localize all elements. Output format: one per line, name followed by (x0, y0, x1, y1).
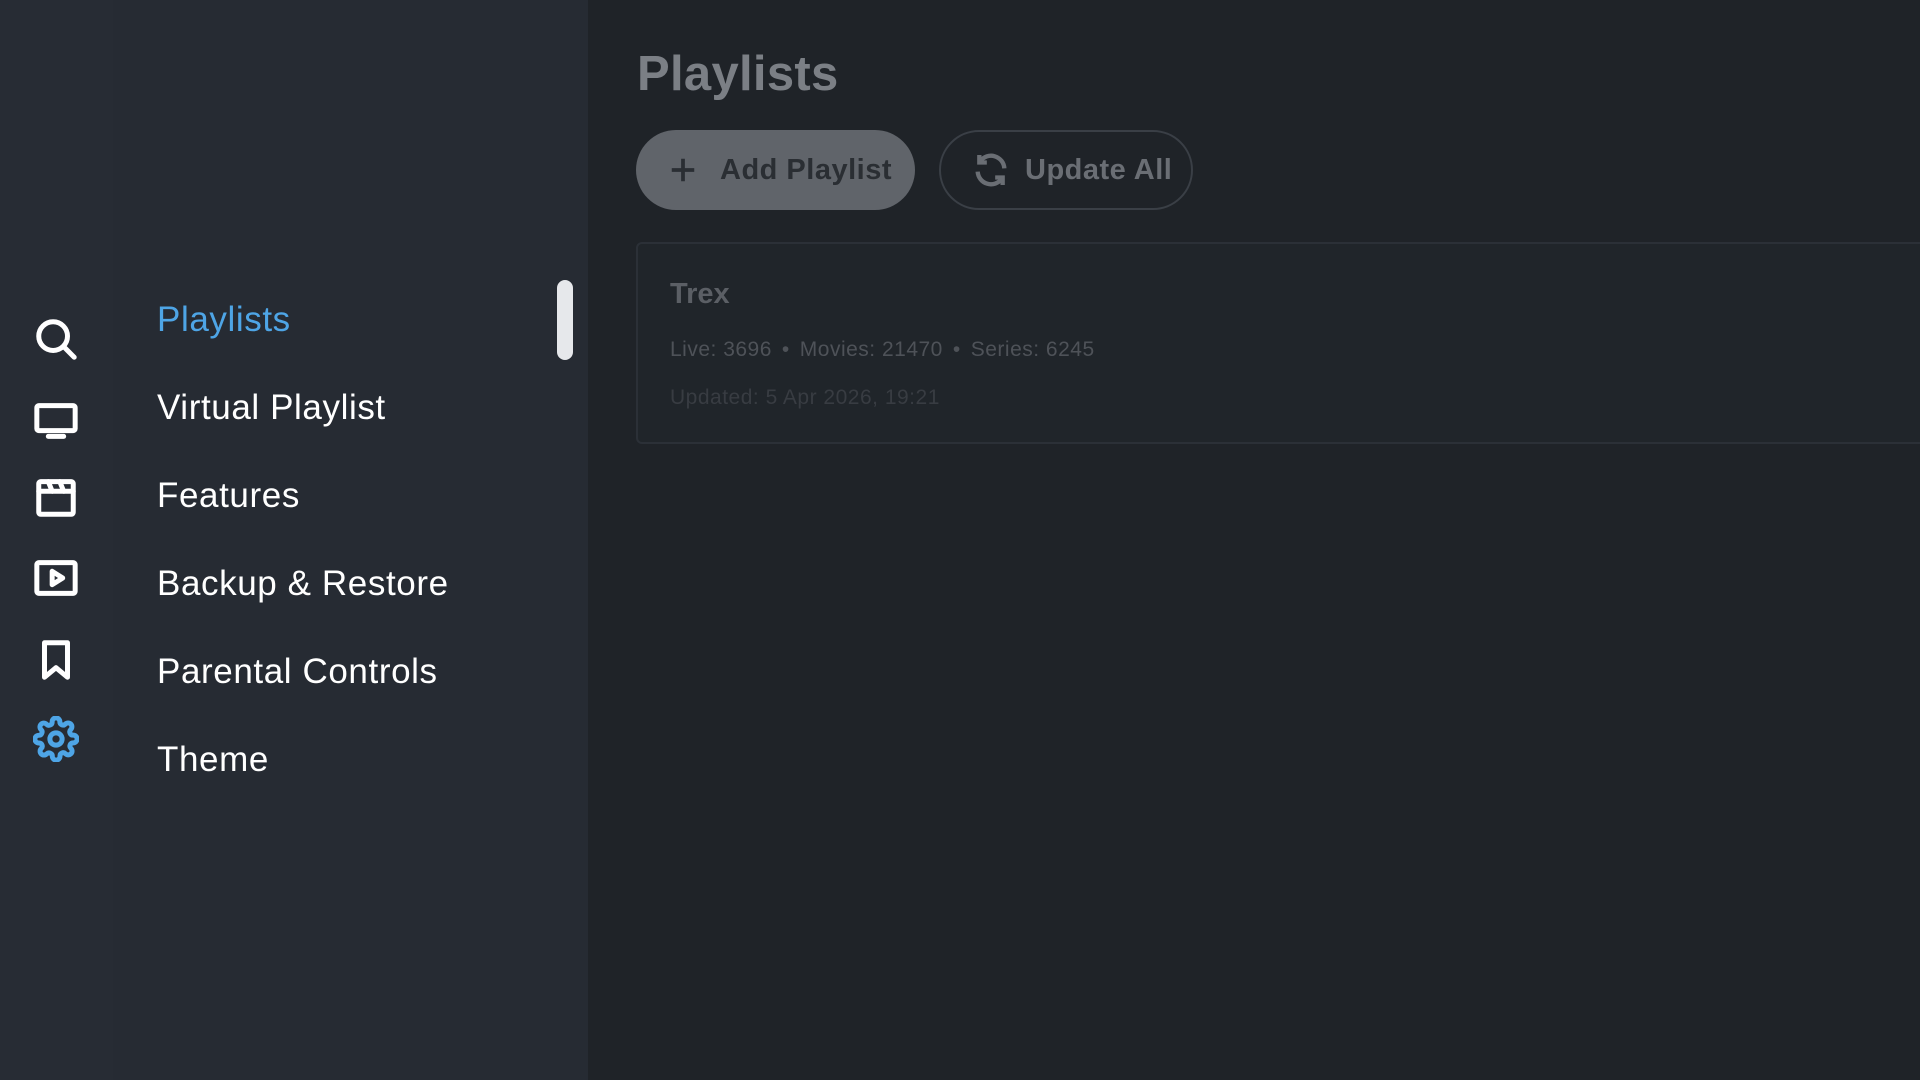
menu-item-playlists[interactable]: Playlists (157, 290, 291, 350)
add-playlist-label: Add Playlist (720, 153, 892, 186)
separator-dot: • (781, 338, 790, 361)
menu-item-features[interactable]: Features (157, 466, 300, 526)
playlist-card[interactable]: Trex Live: 3696 • Movies: 21470 • Series: 62… (636, 242, 1920, 444)
menu-item-backup-restore[interactable]: Backup & Restore (157, 554, 449, 614)
menu-item-theme[interactable]: Theme (157, 730, 269, 790)
page-title: Playlists (637, 47, 839, 101)
update-all-button[interactable]: Update All (939, 130, 1193, 210)
plus-icon (671, 158, 695, 182)
menu-scroll-indicator (557, 280, 573, 360)
series-icon[interactable] (26, 548, 86, 608)
playlist-name: Trex (670, 278, 730, 310)
menu-item-parental-controls[interactable]: Parental Controls (157, 642, 438, 702)
series-count: Series: 6245 (970, 338, 1095, 361)
live-count: Live: 3696 (670, 338, 772, 361)
movies-count: Movies: 21470 (799, 338, 943, 361)
bookmark-icon[interactable] (26, 630, 86, 690)
settings-menu: Playlists Virtual Playlist Features Back… (113, 0, 588, 1080)
separator-dot: • (952, 338, 961, 361)
update-all-label: Update All (1025, 153, 1173, 186)
icon-rail (0, 0, 113, 1080)
add-playlist-button[interactable]: Add Playlist (636, 130, 915, 210)
search-icon[interactable] (26, 309, 86, 369)
playlist-stats: Live: 3696 • Movies: 21470 • Series: 6245 (670, 338, 1095, 362)
playlist-updated: Updated: 5 Apr 2026, 19:21 (670, 386, 940, 409)
tv-icon[interactable] (26, 391, 86, 451)
movies-icon[interactable] (26, 467, 86, 527)
menu-item-virtual-playlist[interactable]: Virtual Playlist (157, 378, 386, 438)
main-content: Playlists Add Playlist Update All Trex L… (588, 0, 1920, 1080)
refresh-icon (975, 153, 1007, 187)
gear-icon[interactable] (26, 709, 86, 769)
